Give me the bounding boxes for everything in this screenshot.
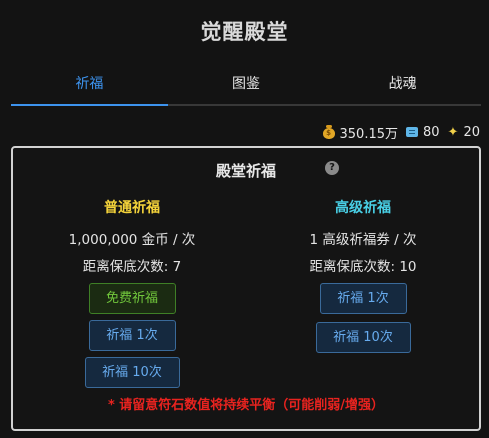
ticket-amount: 80 bbox=[423, 124, 440, 140]
gold-resource: $ 350.15万 bbox=[322, 123, 399, 142]
tab-collection[interactable]: 图鉴 bbox=[168, 66, 325, 104]
ticket-resource: 80 bbox=[406, 125, 440, 140]
advanced-pray-10-button[interactable]: 祈福 10次 bbox=[315, 322, 411, 353]
advanced-pity-count: 距离保底次数: 10 bbox=[309, 259, 417, 275]
free-prayer-button[interactable]: 免费祈福 bbox=[88, 283, 176, 314]
advanced-prayer-title: 高级祈福 bbox=[335, 200, 391, 216]
normal-pray-10-button[interactable]: 祈福 10次 bbox=[84, 357, 180, 388]
tab-battle-soul[interactable]: 战魂 bbox=[324, 66, 481, 104]
normal-prayer-cost: 1,000,000 金币 / 次 bbox=[68, 232, 196, 248]
gold-amount: 350.15万 bbox=[339, 126, 399, 142]
advanced-prayer-section: 高级祈福 1 高级祈福券 / 次 距离保底次数: 10 祈福 1次 祈福 10次 bbox=[274, 198, 452, 353]
money-bag-icon: $ bbox=[322, 125, 335, 139]
normal-prayer-section: 普通祈福 1,000,000 金币 / 次 距离保底次数: 7 免费祈福 祈福 … bbox=[43, 198, 221, 388]
stone-amount: 20 bbox=[463, 124, 480, 140]
tab-pray[interactable]: 祈福 bbox=[11, 66, 168, 106]
advanced-pray-1-button[interactable]: 祈福 1次 bbox=[319, 283, 407, 314]
page-title: 觉醒殿堂 bbox=[200, 20, 289, 44]
normal-pity-count: 距离保底次数: 7 bbox=[82, 259, 182, 275]
ticket-icon bbox=[406, 127, 418, 137]
normal-pray-1-button[interactable]: 祈福 1次 bbox=[88, 320, 176, 351]
sparkle-icon: ✦ bbox=[447, 124, 459, 140]
help-icon[interactable]: ? bbox=[325, 161, 339, 175]
balance-notice: * 请留意符石数值将持续平衡（可能削弱/增强） bbox=[107, 398, 385, 413]
stone-resource: ✦ 20 bbox=[448, 125, 480, 140]
prayer-panel: 殿堂祈福 ? 普通祈福 1,000,000 金币 / 次 距离保底次数: 7 免… bbox=[11, 146, 481, 431]
resource-bar: $ 350.15万 80 ✦ 20 bbox=[315, 122, 480, 142]
normal-prayer-title: 普通祈福 bbox=[104, 200, 160, 216]
advanced-prayer-cost: 1 高级祈福券 / 次 bbox=[309, 232, 417, 248]
tab-bar: 祈福 图鉴 战魂 bbox=[11, 66, 481, 106]
panel-title: 殿堂祈福 bbox=[215, 162, 276, 180]
